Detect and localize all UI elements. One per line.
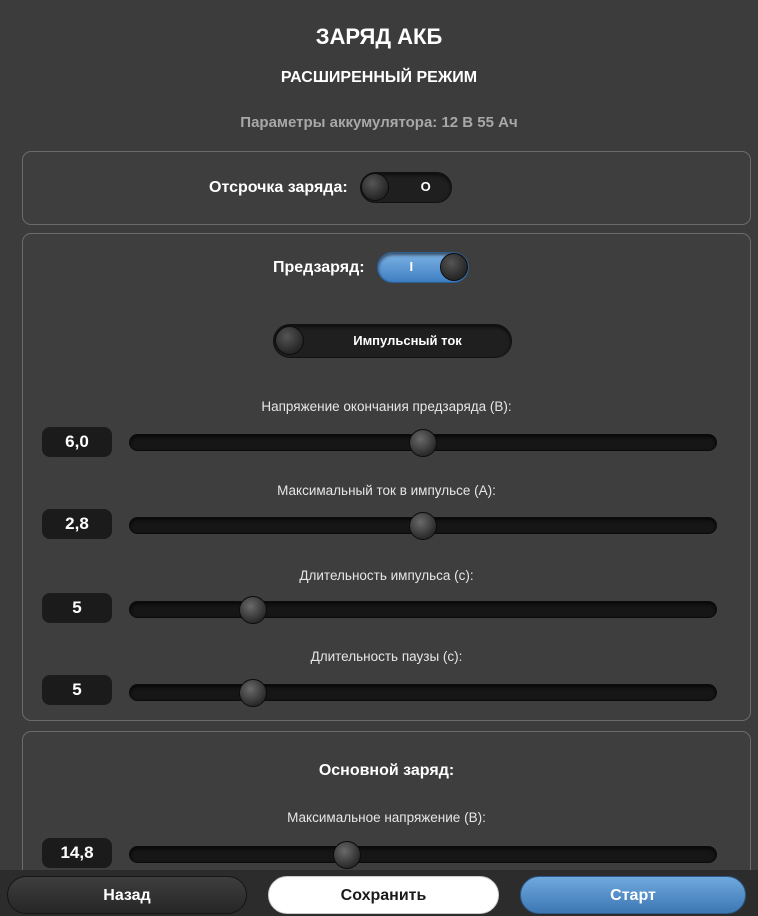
slider-track[interactable] [129,428,717,457]
precharge-toggle[interactable]: I [376,252,469,283]
footer-toolbar: Назад Сохранить Старт [0,870,758,916]
slider-value: 6,0 [42,427,112,457]
pulse-current-toggle[interactable]: Импульсный ток [273,324,512,358]
slider-track[interactable] [129,840,717,869]
start-button[interactable]: Старт [520,876,746,914]
slider-thumb[interactable] [239,678,268,707]
main-charge-label: Основной заряд: [318,762,455,779]
pulse-current-label: Импульсный ток [353,333,462,348]
slider-label: Максимальное напряжение (В): [287,810,486,825]
slider-label: Длительность паузы (с): [310,649,463,664]
slider-value: 2,8 [42,509,112,539]
toggle-knob [360,173,389,201]
slider-thumb[interactable] [409,511,437,540]
slider-value: 5 [42,593,112,623]
precharge-panel: Предзаряд: I Импульсный ток Напряжение о… [22,233,751,721]
toggle-knob [439,253,468,281]
delay-label: Отсрочка заряда: [209,178,348,196]
slider-track[interactable] [129,511,717,540]
save-button[interactable]: Сохранить [268,876,499,914]
slider-label: Длительность импульса (с): [299,568,474,583]
slider-track[interactable] [129,678,717,707]
toggle-knob [275,326,304,355]
page-title: ЗАРЯД АКБ [315,24,443,49]
back-button[interactable]: Назад [7,876,247,914]
slider-label: Максимальный ток в импульсе (А): [277,483,496,498]
toggle-state-text: I [409,259,414,274]
battery-params: Параметры аккумулятора: 12 В 55 Ач [240,114,518,131]
slider-track[interactable] [129,595,717,624]
precharge-label: Предзаряд: [273,258,365,276]
slider-thumb[interactable] [409,428,437,457]
delay-toggle[interactable]: O [359,172,452,203]
toggle-state-text: O [420,179,431,194]
delay-panel: Отсрочка заряда: O [22,151,751,225]
precharge-row: Предзаряд: I [273,252,469,283]
mode-subtitle: РАСШИРЕННЫЙ РЕЖИМ [280,69,478,86]
slider-thumb[interactable] [239,595,268,624]
delay-row: Отсрочка заряда: O [209,172,452,203]
slider-label: Напряжение окончания предзаряда (В): [261,399,512,414]
slider-value: 5 [42,675,112,705]
slider-value: 14,8 [42,838,112,868]
slider-thumb[interactable] [332,840,361,869]
